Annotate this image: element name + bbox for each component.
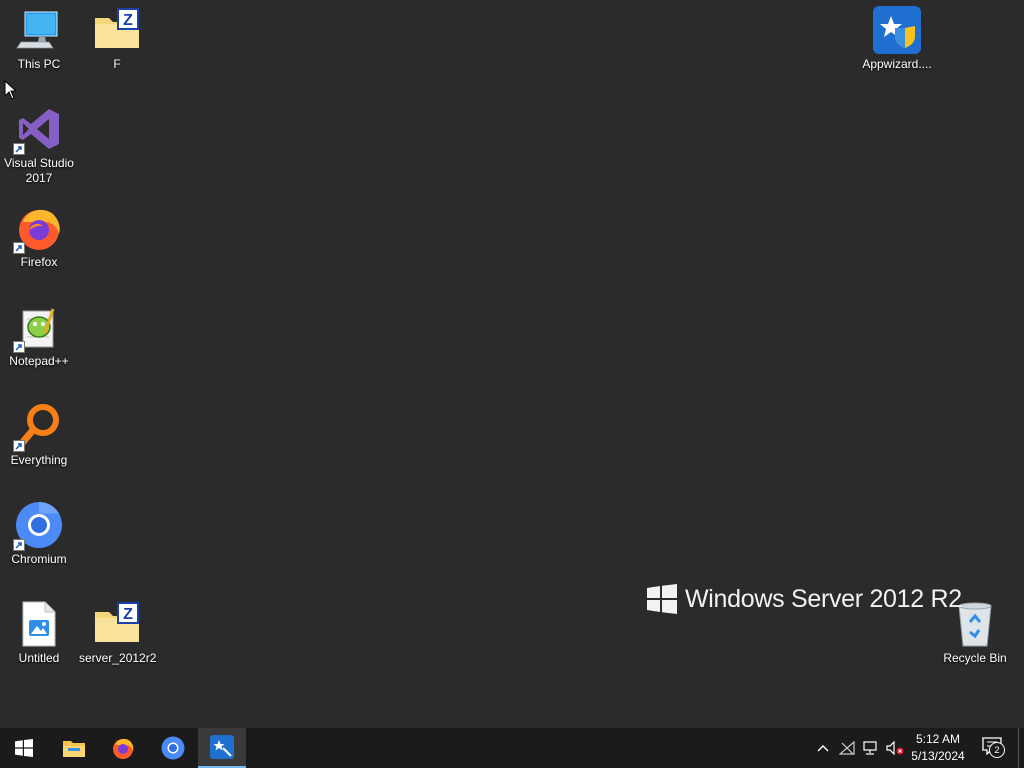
taskbar-firefox[interactable]	[99, 728, 147, 768]
chromium-icon	[13, 501, 63, 551]
taskbar-appwizard[interactable]	[198, 728, 246, 768]
desktop-icon-server-2012r2[interactable]: Z server_2012r2	[79, 594, 157, 666]
tray-volume[interactable]	[884, 728, 906, 768]
desktop-icon-untitled[interactable]: Untitled	[1, 594, 77, 666]
notification-count-badge: 2	[989, 742, 1005, 758]
shortcut-arrow-icon	[13, 539, 25, 551]
notepad-plus-plus-icon	[13, 303, 63, 353]
windows-logo-icon	[15, 739, 33, 757]
taskbar-file-explorer[interactable]	[50, 728, 98, 768]
taskbar-chromium[interactable]	[149, 728, 197, 768]
desktop: This PC Z F Appwizard.... Visual Studio …	[0, 0, 1024, 728]
folder-icon	[63, 741, 85, 757]
desktop-icon-f[interactable]: Z F	[79, 0, 155, 72]
mouse-cursor-icon	[4, 80, 16, 100]
desktop-icon-appwizard[interactable]: Appwizard....	[858, 0, 936, 72]
desktop-icon-label: Chromium	[11, 552, 67, 566]
volume-muted-icon	[886, 741, 904, 755]
desktop-icon-notepad-plus-plus[interactable]: Notepad++	[1, 297, 77, 369]
shortcut-arrow-icon	[13, 341, 25, 353]
image-file-icon	[15, 600, 63, 648]
zip-folder-icon: Z	[93, 600, 141, 648]
desktop-icon-everything[interactable]: Everything	[1, 396, 77, 468]
svg-text:Z: Z	[123, 606, 133, 623]
everything-search-icon	[13, 402, 63, 452]
show-hidden-icons-button[interactable]	[812, 728, 834, 768]
desktop-icon-label: F	[113, 57, 121, 71]
desktop-icon-chromium[interactable]: Chromium	[1, 495, 77, 567]
taskbar: 5:12 AM 5/13/2024 2	[0, 728, 1024, 768]
network-icon	[863, 741, 877, 755]
chromium-icon	[161, 736, 185, 760]
shortcut-arrow-icon	[13, 440, 25, 452]
chevron-up-icon	[817, 745, 829, 752]
watermark-text: Windows Server 2012 R2	[685, 584, 962, 613]
firefox-icon	[113, 738, 134, 759]
desktop-icon-label: server_2012r2	[79, 651, 157, 665]
action-center-button[interactable]: 2	[978, 728, 1010, 768]
shortcut-arrow-icon	[13, 242, 25, 254]
desktop-icon-firefox[interactable]: Firefox	[1, 198, 77, 270]
desktop-icon-visual-studio[interactable]: Visual Studio 2017	[1, 99, 77, 186]
taskbar-clock[interactable]: 5:12 AM 5/13/2024	[906, 728, 970, 768]
show-desktop-button[interactable]	[1018, 728, 1024, 768]
desktop-icon-label: Recycle Bin	[943, 651, 1007, 665]
svg-text:Z: Z	[123, 12, 133, 29]
clock-time: 5:12 AM	[915, 732, 961, 746]
windows-server-watermark: Windows Server 2012 R2	[647, 583, 962, 615]
shortcut-arrow-icon	[13, 143, 25, 155]
desktop-icon-label: Notepad++	[9, 354, 69, 368]
desktop-icon-this-pc[interactable]: This PC	[1, 0, 77, 72]
desktop-icon-label: Firefox	[20, 255, 58, 269]
desktop-icon-label: Everything	[10, 453, 68, 467]
appwizard-icon	[873, 6, 921, 54]
desktop-icon-label: Appwizard....	[862, 57, 932, 71]
zip-folder-icon: Z	[93, 6, 141, 54]
appwizard-icon	[210, 735, 234, 759]
network-disconnected-icon	[839, 741, 855, 755]
clock-date: 5/13/2024	[911, 749, 965, 763]
windows-logo-icon	[647, 584, 677, 614]
desktop-icon-label: Untitled	[18, 651, 60, 665]
visual-studio-icon	[13, 105, 63, 155]
desktop-icon-label: This PC	[17, 57, 61, 71]
firefox-icon	[13, 204, 63, 254]
tray-network[interactable]	[860, 728, 882, 768]
desktop-icon-label: Visual Studio 2017	[4, 156, 74, 185]
this-pc-icon	[15, 6, 63, 54]
start-button[interactable]	[0, 728, 48, 768]
tray-network-disconnected[interactable]	[836, 728, 858, 768]
